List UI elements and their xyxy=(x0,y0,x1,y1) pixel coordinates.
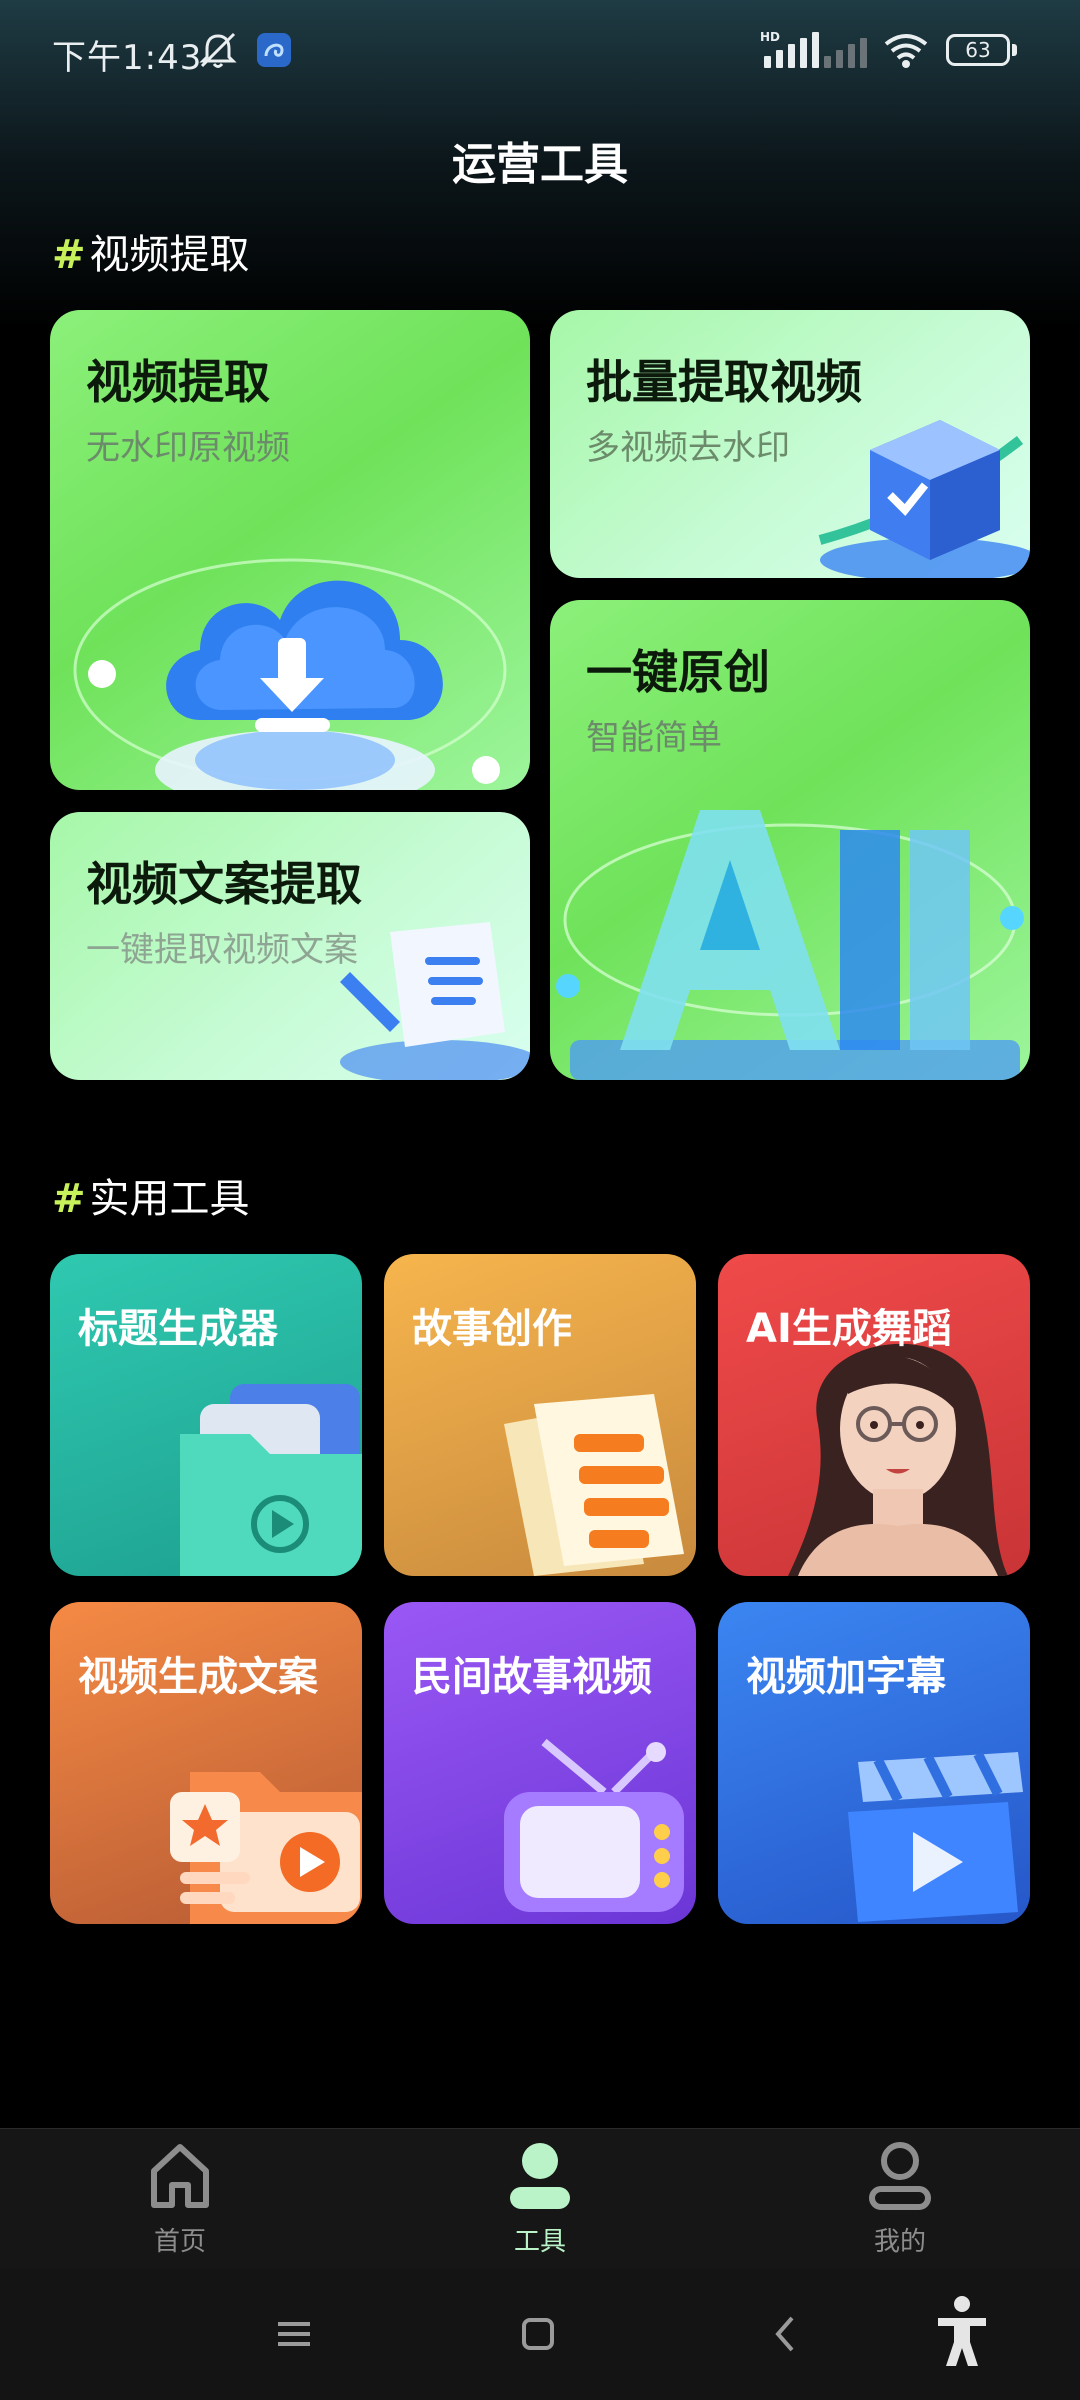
section-title-tools: # 实用工具 xyxy=(52,1166,250,1224)
card-subtitle: 一键提取视频文案 xyxy=(86,930,358,970)
tools-icon xyxy=(510,2143,570,2209)
home-square-icon[interactable] xyxy=(518,2304,558,2364)
menu-icon[interactable] xyxy=(274,2304,314,2364)
card-batch-extract[interactable]: 批量提取视频 多视频去水印 xyxy=(550,310,1030,578)
tool-title: 故事创作 xyxy=(412,1306,572,1352)
page-title: 运营工具 xyxy=(452,139,628,190)
screen: 下午1:43 HD 63 运营工具 # 视频提取 视频提取 无水印原视频 批量提… xyxy=(0,0,1080,2400)
nav-label: 我的 xyxy=(873,2227,926,2257)
package-check-icon xyxy=(818,420,1030,578)
card-title: 一键原创 xyxy=(586,645,770,699)
hash-mark: # xyxy=(52,1176,86,1222)
section-label: 视频提取 xyxy=(89,232,250,278)
status-bar: 下午1:43 HD 63 xyxy=(0,0,1080,100)
signal-2-icon xyxy=(824,28,867,68)
tool-ai-dance[interactable]: AI生成舞蹈 xyxy=(718,1254,1030,1576)
bottom-nav: 首页 工具 我的 xyxy=(0,2128,1080,2268)
status-time: 下午1:43 xyxy=(52,38,203,78)
card-video-extract[interactable]: 视频提取 无水印原视频 xyxy=(50,310,530,790)
card-subtitle: 智能简单 xyxy=(586,718,722,758)
nav-label: 工具 xyxy=(513,2227,566,2257)
card-subtitle: 无水印原视频 xyxy=(86,428,290,468)
card-subtitle: 多视频去水印 xyxy=(586,428,790,468)
signal-1-icon xyxy=(764,28,819,68)
tool-title-generator[interactable]: 标题生成器 xyxy=(50,1254,362,1576)
tool-title: 视频加字幕 xyxy=(746,1654,946,1700)
document-lines-icon xyxy=(504,1394,684,1576)
tool-story-creation[interactable]: 故事创作 xyxy=(384,1254,696,1576)
app-notification-icon xyxy=(257,33,291,67)
tool-video-to-copy[interactable]: 视频生成文案 xyxy=(50,1602,362,1924)
tool-folk-story-video[interactable]: 民间故事视频 xyxy=(384,1602,696,1924)
ai-3d-letters-icon xyxy=(556,810,1024,1080)
section-title-video-extract: # 视频提取 xyxy=(52,222,250,280)
profile-icon xyxy=(869,2142,931,2210)
accessibility-icon[interactable] xyxy=(934,2294,990,2370)
nav-item-home[interactable]: 首页 xyxy=(80,2129,280,2269)
card-video-copy-extract[interactable]: 视频文案提取 一键提取视频文案 xyxy=(50,812,530,1080)
home-icon xyxy=(151,2144,209,2208)
tool-title: AI生成舞蹈 xyxy=(746,1306,952,1352)
system-nav-bar xyxy=(0,2268,1080,2400)
battery-cap xyxy=(1012,44,1017,56)
back-icon[interactable] xyxy=(766,2304,806,2364)
nav-label: 首页 xyxy=(153,2227,206,2257)
nav-item-profile[interactable]: 我的 xyxy=(800,2129,1000,2269)
tool-title: 视频生成文案 xyxy=(78,1654,318,1700)
section-label: 实用工具 xyxy=(89,1176,250,1222)
mute-bell-icon xyxy=(199,32,237,68)
card-title: 视频提取 xyxy=(86,355,270,409)
hash-mark: # xyxy=(52,232,86,278)
cloud-download-icon xyxy=(73,558,507,790)
battery-level: 63 xyxy=(946,34,1010,66)
tool-video-subtitles[interactable]: 视频加字幕 xyxy=(718,1602,1030,1924)
nav-item-tools[interactable]: 工具 xyxy=(440,2129,640,2269)
card-title: 批量提取视频 xyxy=(586,355,862,409)
tool-title: 标题生成器 xyxy=(78,1306,278,1352)
clapperboard-play-icon xyxy=(848,1751,1023,1922)
card-title: 视频文案提取 xyxy=(86,857,362,911)
folder-video-icon xyxy=(180,1384,362,1576)
tool-title: 民间故事视频 xyxy=(412,1654,652,1700)
tv-icon xyxy=(504,1738,684,1912)
document-pen-icon xyxy=(340,922,530,1080)
card-one-click-original[interactable]: 一键原创 智能简单 xyxy=(550,600,1030,1080)
wifi-icon xyxy=(884,34,928,68)
folder-video-play-icon xyxy=(170,1772,362,1924)
